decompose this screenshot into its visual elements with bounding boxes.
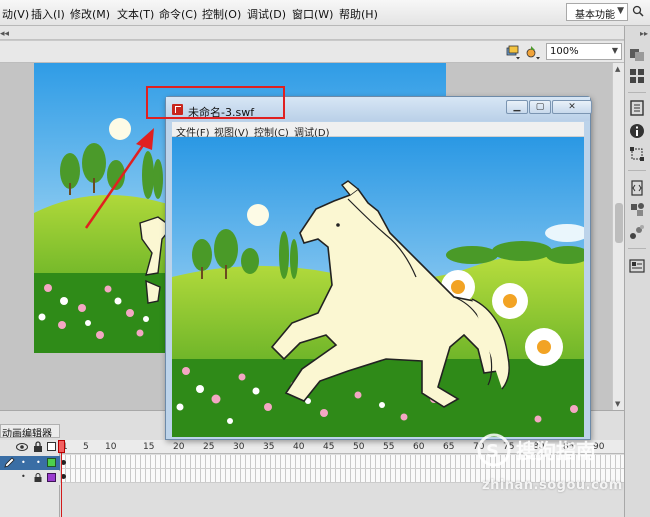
edit-symbols-icon[interactable] xyxy=(525,44,541,60)
frame-number: 30 xyxy=(233,442,245,452)
highlight-box xyxy=(146,86,285,119)
components-icon[interactable] xyxy=(629,202,645,218)
frame-number: 55 xyxy=(383,442,395,452)
visibility-dot-icon[interactable]: • xyxy=(21,458,26,467)
maximize-button[interactable]: ▢ xyxy=(529,100,551,114)
tab-motion-editor[interactable]: 动画编辑器 xyxy=(0,424,60,438)
transform-icon[interactable] xyxy=(629,146,645,162)
svg-text:搜狗指南: 搜狗指南 xyxy=(516,439,596,463)
chevron-down-icon: ▼ xyxy=(617,6,624,16)
panel-divider xyxy=(628,92,646,93)
menu-debug[interactable]: 调试(D) xyxy=(247,6,286,22)
frame-number: 60 xyxy=(413,442,425,452)
frame-number: 45 xyxy=(323,442,335,452)
swf-preview-canvas[interactable] xyxy=(172,137,584,437)
expand-arrows-icon[interactable]: ▸▸ xyxy=(640,29,648,38)
menu-help[interactable]: 帮助(H) xyxy=(339,6,378,22)
frame-number: 50 xyxy=(353,442,365,452)
svg-text:S: S xyxy=(486,441,499,462)
motion-presets-icon[interactable] xyxy=(629,224,645,240)
zoom-select[interactable]: 100% ▼ xyxy=(546,43,622,60)
close-button[interactable]: ✕ xyxy=(552,100,592,114)
layer-color-swatch[interactable] xyxy=(47,458,56,467)
scroll-thumb[interactable] xyxy=(615,203,623,243)
library-icon[interactable] xyxy=(629,258,645,274)
frame-number: 40 xyxy=(293,442,305,452)
eye-icon[interactable] xyxy=(16,442,28,452)
stage-vertical-scrollbar[interactable]: ▲ ▼ xyxy=(612,63,624,410)
lock-icon[interactable] xyxy=(33,441,43,452)
workspace-label: 基本功能 xyxy=(575,10,615,21)
watermark-url: zhinan.sogou.com xyxy=(482,478,623,493)
menu-control[interactable]: 控制(O) xyxy=(202,6,241,22)
lock-icon[interactable] xyxy=(34,473,42,482)
zoom-value: 100% xyxy=(550,46,579,57)
scroll-up-icon[interactable]: ▲ xyxy=(615,65,620,73)
menu-commands[interactable]: 命令(C) xyxy=(159,6,197,22)
minimize-button[interactable]: ▁ xyxy=(506,100,528,114)
collapse-arrows-icon[interactable]: ◂◂ xyxy=(0,29,9,39)
color-palette-icon[interactable] xyxy=(629,46,645,62)
frame-number: 65 xyxy=(443,442,455,452)
lock-dot-icon[interactable]: • xyxy=(36,458,41,467)
swatches-icon[interactable] xyxy=(629,68,645,84)
menu-text[interactable]: 文本(T) xyxy=(117,6,154,22)
workspace-select[interactable]: 基本功能 ▼ xyxy=(566,3,628,21)
maximize-icon: ▢ xyxy=(535,102,545,112)
panel-collapse-strip xyxy=(0,26,624,40)
properties-icon[interactable] xyxy=(629,100,645,116)
visibility-dot-icon[interactable]: • xyxy=(21,472,26,481)
menu-window[interactable]: 窗口(W) xyxy=(292,6,333,22)
frame-number: 35 xyxy=(263,442,275,452)
playhead[interactable] xyxy=(58,440,65,453)
frame-number: 25 xyxy=(203,442,215,452)
code-snippets-icon[interactable] xyxy=(629,180,645,196)
menu-insert[interactable]: 插入(I) xyxy=(31,6,65,22)
outline-icon[interactable] xyxy=(47,442,56,451)
frame-number: 20 xyxy=(173,442,185,452)
panel-divider xyxy=(628,248,646,249)
close-icon: ✕ xyxy=(568,102,576,112)
chevron-down-icon: ▼ xyxy=(611,46,618,55)
annotation-arrow-icon xyxy=(84,128,154,229)
layer-color-swatch[interactable] xyxy=(47,473,56,482)
panel-divider xyxy=(628,170,646,171)
info-icon[interactable] xyxy=(629,123,645,139)
frame-number: 5 xyxy=(83,442,89,452)
frame-number: 10 xyxy=(105,442,117,452)
edit-scene-icon[interactable] xyxy=(505,44,521,60)
scroll-down-icon[interactable]: ▼ xyxy=(615,400,620,408)
menu-view[interactable]: 动(V) xyxy=(2,6,29,22)
search-icon[interactable] xyxy=(632,5,644,17)
frame-number: 15 xyxy=(143,442,155,452)
pencil-icon xyxy=(4,457,15,468)
minimize-icon: ▁ xyxy=(513,102,521,112)
menu-modify[interactable]: 修改(M) xyxy=(70,6,110,22)
swf-artwork xyxy=(172,137,584,437)
